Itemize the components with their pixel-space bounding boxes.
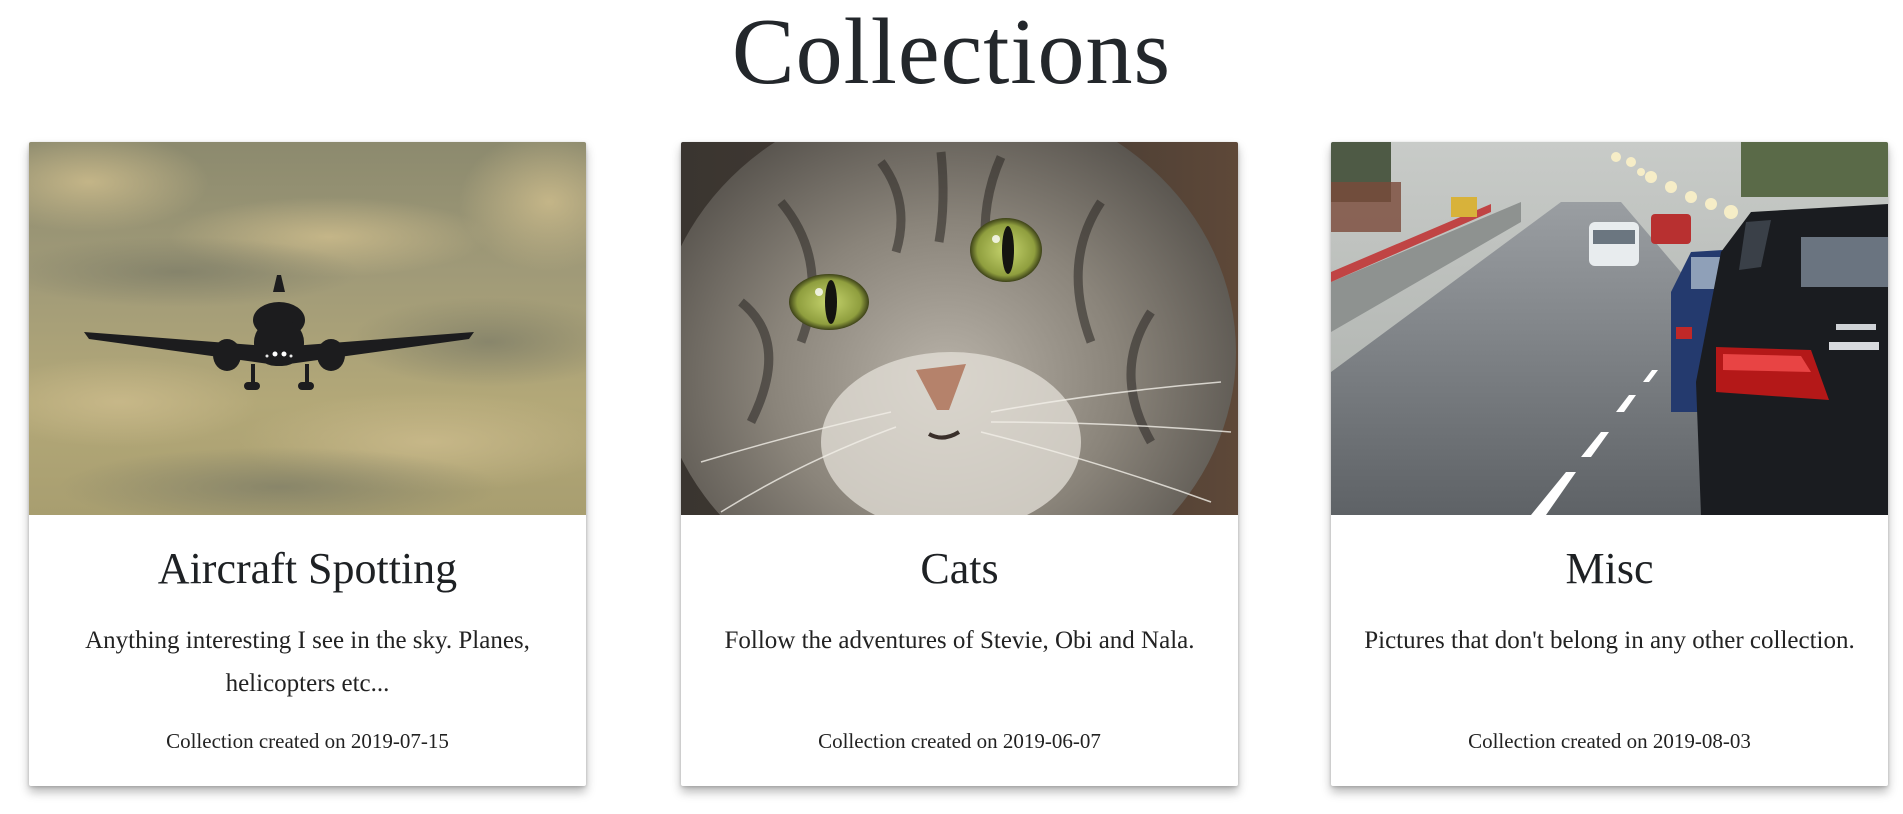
collection-title[interactable]: Aircraft Spotting [29, 541, 586, 597]
cat-photo[interactable] [681, 142, 1238, 515]
collection-created-date: Collection created on 2019-07-15 [166, 729, 449, 753]
collection-card-body: Misc Pictures that don't belong in any o… [1331, 515, 1888, 786]
collection-card-misc[interactable]: Misc Pictures that don't belong in any o… [1331, 142, 1888, 786]
collections-grid: Aircraft Spotting Anything interesting I… [29, 142, 1888, 788]
collection-title[interactable]: Cats [681, 541, 1238, 597]
collection-card-aircraft-spotting[interactable]: Aircraft Spotting Anything interesting I… [29, 142, 586, 786]
collection-card-body: Aircraft Spotting Anything interesting I… [29, 515, 586, 786]
traffic-photo[interactable] [1331, 142, 1888, 515]
collection-description: Anything interesting I see in the sky. P… [85, 627, 530, 697]
page-title: Collections [731, 0, 1172, 104]
collection-title[interactable]: Misc [1331, 541, 1888, 597]
collection-description: Pictures that don't belong in any other … [1364, 627, 1855, 654]
collection-created-date: Collection created on 2019-08-03 [1468, 729, 1751, 753]
airplane-photo[interactable] [29, 142, 586, 515]
collection-description: Follow the adventures of Stevie, Obi and… [724, 627, 1195, 654]
collection-card-body: Cats Follow the adventures of Stevie, Ob… [681, 515, 1238, 786]
collection-card-cats[interactable]: Cats Follow the adventures of Stevie, Ob… [681, 142, 1238, 786]
collection-created-date: Collection created on 2019-06-07 [818, 729, 1101, 753]
